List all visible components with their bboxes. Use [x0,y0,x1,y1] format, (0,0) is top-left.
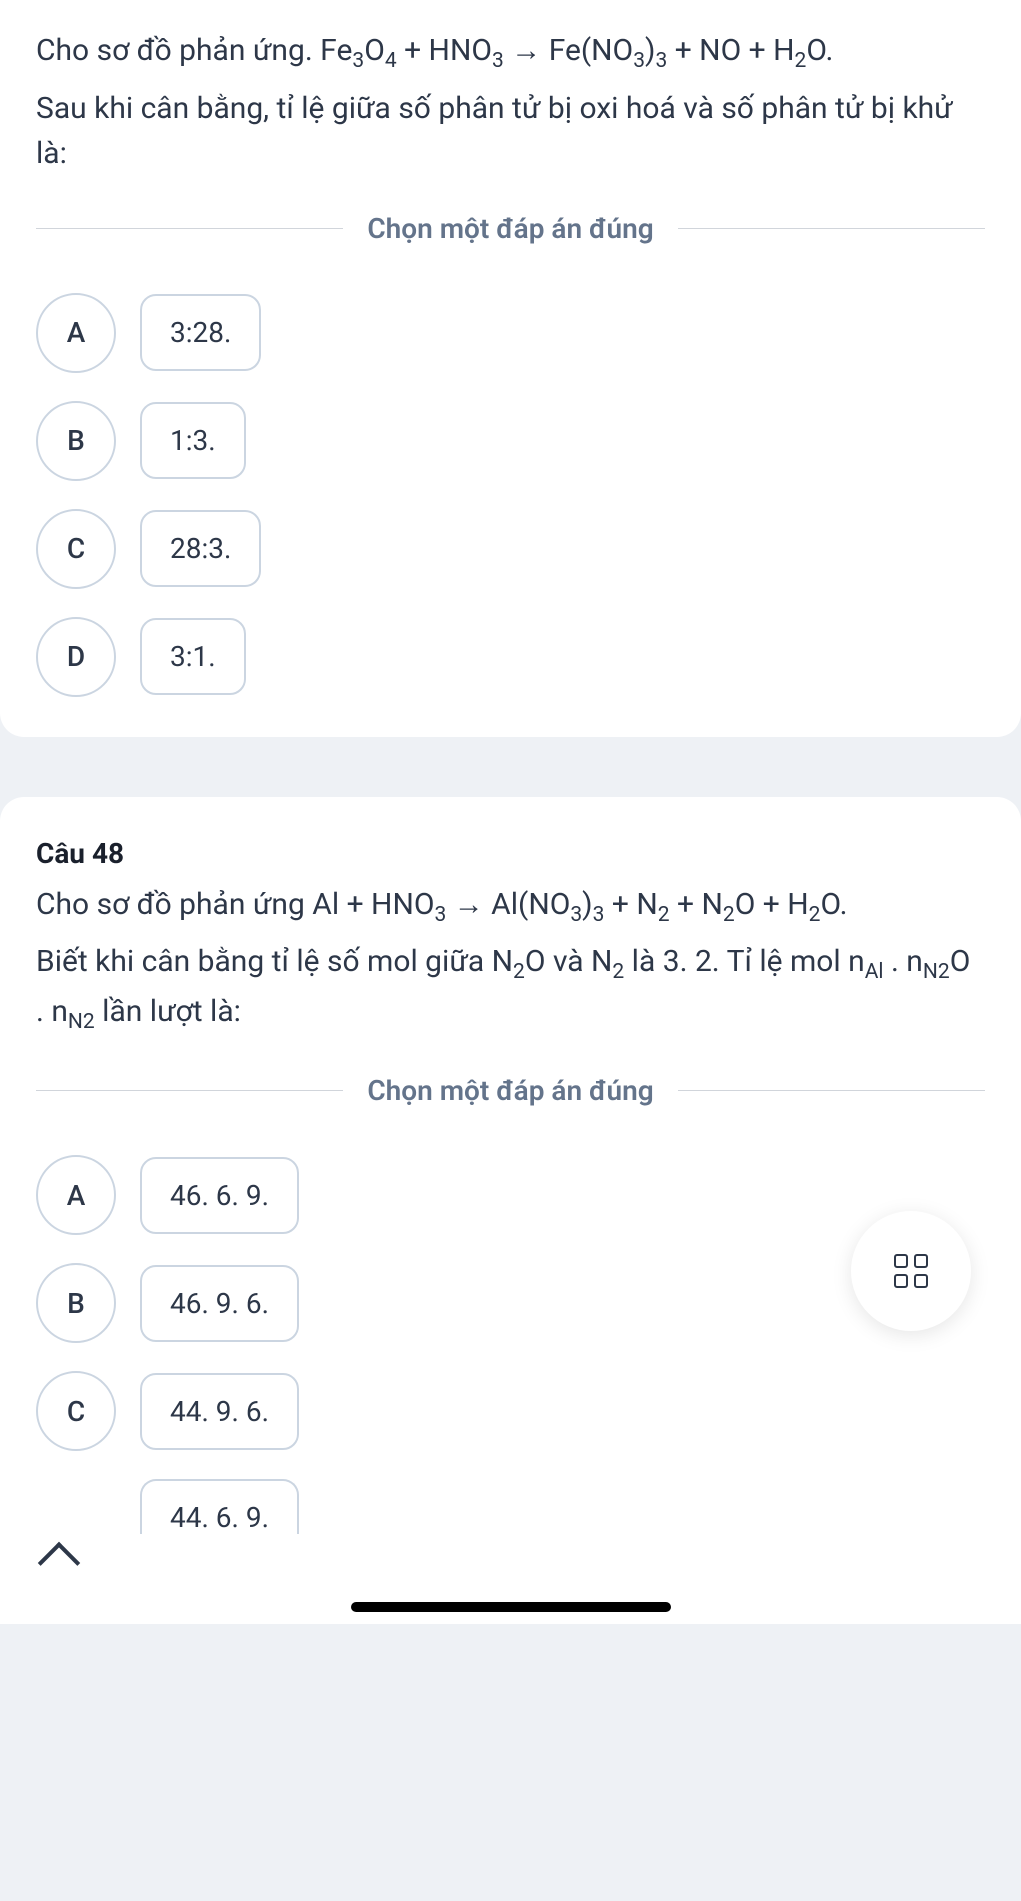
text-fragment: Cho sơ đồ phản ứng. Fe [36,33,352,68]
option-c[interactable]: C 28:3. [36,509,985,589]
text-fragment: Biết khi cân bằng tỉ lệ số mol giữa N [36,944,513,979]
text-fragment: + HNO [397,33,492,68]
option-value: 44. 6. 9. [140,1479,299,1534]
sub-2: 2 [513,960,525,984]
option-value: 46. 6. 9. [140,1157,299,1234]
sub-2: 2 [809,903,821,927]
grid-icon [894,1254,928,1288]
option-value: 28:3. [140,510,261,587]
instruction-text: Chọn một đáp án đúng [343,212,677,245]
sub-2: 2 [723,903,735,927]
sub-3: 3 [593,903,605,927]
sub-3: 3 [434,903,446,927]
option-letter: C [36,1371,116,1451]
option-b[interactable]: B 1:3. [36,401,985,481]
instruction-divider: Chọn một đáp án đúng [36,1074,985,1107]
q48-options: A 46. 6. 9. B 46. 9. 6. C 44. 9. 6. [36,1155,985,1451]
text-fragment: → Fe(NO [504,33,633,68]
sub-3: 3 [352,49,364,73]
text-fragment: lần lượt là: [95,994,241,1029]
text-fragment: là 3. 2. Tỉ lệ mol n [624,944,864,979]
q48-text-1: Cho sơ đồ phản ứng Al + HNO3 → Al(NO3)3 … [36,882,985,932]
text-fragment: O. [820,887,847,922]
chevron-up-icon[interactable] [38,1542,80,1584]
question-48-card: Câu 48 Cho sơ đồ phản ứng Al + HNO3 → Al… [0,797,1021,1535]
option-c[interactable]: C 44. 9. 6. [36,1371,985,1451]
q47-text: Cho sơ đồ phản ứng. Fe3O4 + HNO3 → Fe(NO… [36,28,985,78]
bottom-bar [0,1534,1021,1624]
divider-line [36,228,343,229]
text-fragment: + N [670,887,723,922]
option-value: 46. 9. 6. [140,1265,299,1342]
sub-n2: N2 [68,1010,95,1034]
option-value: 3:28. [140,294,261,371]
option-a[interactable]: A 46. 6. 9. [36,1155,985,1235]
sub-3: 3 [492,49,504,73]
sub-n2: N2 [923,960,950,984]
text-fragment: + NO + H [667,33,794,68]
text-fragment: ) [582,887,592,922]
q47-options: A 3:28. B 1:3. C 28:3. D 3:1. [36,293,985,697]
text-fragment: O và N [525,944,613,979]
sub-4: 4 [385,49,397,73]
sub-3: 3 [570,903,582,927]
option-letter: B [36,1263,116,1343]
divider-line [678,228,985,229]
q47-text-2: Sau khi cân bằng, tỉ lệ giữa số phân tử … [36,86,985,176]
text-fragment: O [364,33,385,68]
option-d[interactable]: D 3:1. [36,617,985,697]
divider-line [678,1090,985,1091]
sub-3: 3 [633,49,645,73]
option-b[interactable]: B 46. 9. 6. [36,1263,985,1343]
sub-3: 3 [655,49,667,73]
option-letter: A [36,1155,116,1235]
option-d-cutoff[interactable]: 44. 6. 9. [140,1479,985,1534]
option-letter: C [36,509,116,589]
text-fragment: + N [604,887,657,922]
option-value: 44. 9. 6. [140,1373,299,1450]
grid-menu-button[interactable] [851,1211,971,1331]
option-letter: B [36,401,116,481]
question-47-card: Cho sơ đồ phản ứng. Fe3O4 + HNO3 → Fe(NO… [0,0,1021,737]
q48-text-2: Biết khi cân bằng tỉ lệ số mol giữa N2O … [36,939,985,1038]
divider-line [36,1090,343,1091]
option-letter: D [36,617,116,697]
instruction-divider: Chọn một đáp án đúng [36,212,985,245]
text-fragment: O + H [735,887,809,922]
text-fragment: O. [806,33,833,68]
home-indicator[interactable] [351,1602,671,1612]
sub-2: 2 [658,903,670,927]
text-fragment: Cho sơ đồ phản ứng Al + HNO [36,887,434,922]
sub-2: 2 [612,960,624,984]
option-letter: A [36,293,116,373]
option-a[interactable]: A 3:28. [36,293,985,373]
option-value: 3:1. [140,618,246,695]
sub-2: 2 [795,49,807,73]
instruction-text: Chọn một đáp án đúng [343,1074,677,1107]
text-fragment: . n [884,944,923,979]
text-fragment: ) [645,33,655,68]
q48-title: Câu 48 [36,837,985,870]
text-fragment: → Al(NO [446,887,570,922]
option-value: 1:3. [140,402,246,479]
sub-al: Al [865,960,884,984]
